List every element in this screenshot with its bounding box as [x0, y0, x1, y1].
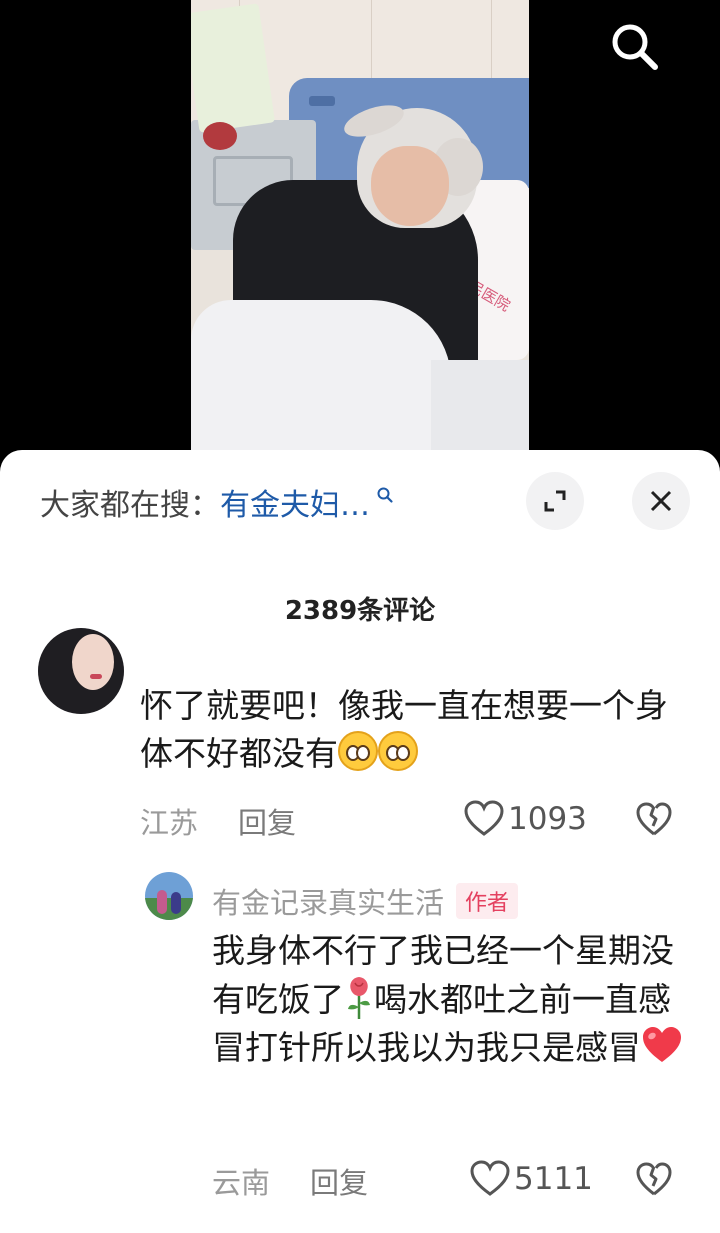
comment-count-title: 2389条评论: [284, 596, 436, 626]
heart-outline-icon: [464, 800, 504, 836]
search-mini-icon: [377, 487, 393, 503]
like-button[interactable]: 1093: [464, 800, 587, 838]
reply-location: 云南: [212, 1166, 271, 1200]
video-frame: 民医院: [191, 0, 529, 460]
rose-icon: [348, 977, 370, 1019]
author-row: 有金记录真实生活 作者: [212, 880, 519, 922]
comments-sheet: 大家都在搜： 有金夫妇… 2389条评论 怀了就要吧！像我一直在想要一个身体不好…: [0, 450, 720, 1233]
broken-heart-icon: [636, 1162, 672, 1196]
heart-outline-icon: [470, 1160, 510, 1196]
like-count: 1093: [508, 801, 587, 837]
broken-heart-icon: [636, 802, 672, 836]
apple: [203, 122, 237, 150]
close-icon: [650, 490, 672, 512]
video-area[interactable]: 民医院: [0, 0, 720, 460]
reply-button[interactable]: 回复: [310, 1160, 368, 1202]
comment-text: 怀了就要吧！像我一直在想要一个身体不好都没有: [140, 682, 700, 778]
author-name[interactable]: 有金记录真实生活: [212, 880, 444, 922]
author-badge: 作者: [456, 883, 519, 919]
sleeping-face: [371, 146, 449, 226]
pleading-face-icon: [338, 731, 378, 771]
trending-search-bar[interactable]: 大家都在搜： 有金夫妇…: [40, 480, 394, 524]
like-count: 5111: [514, 1161, 593, 1197]
search-button[interactable]: [605, 18, 663, 76]
reply-button[interactable]: 回复: [238, 800, 296, 842]
comment-location: 江苏: [140, 806, 199, 840]
search-icon: [612, 24, 658, 70]
reply-text: 我身体不行了我已经一个星期没有吃饭了 喝水都吐之前一直感冒打针所以我以为我只是感…: [212, 927, 692, 1072]
dislike-button[interactable]: [636, 1162, 672, 1202]
expand-icon: [544, 490, 566, 512]
reply-meta: 云南 回复: [212, 1160, 368, 1202]
comment-meta: 江苏 回复: [140, 800, 296, 842]
blanket: [191, 300, 451, 460]
author-avatar[interactable]: [145, 872, 193, 920]
pleading-face-icon: [378, 731, 418, 771]
search-prefix: 大家都在搜：: [40, 488, 220, 523]
expand-button[interactable]: [526, 472, 584, 530]
like-button[interactable]: 5111: [470, 1160, 593, 1198]
search-suggestion-link[interactable]: 有金夫妇…: [220, 480, 370, 524]
close-button[interactable]: [632, 472, 690, 530]
red-heart-icon: [643, 1027, 681, 1062]
dislike-button[interactable]: [636, 802, 672, 842]
commenter-avatar[interactable]: [38, 628, 124, 714]
